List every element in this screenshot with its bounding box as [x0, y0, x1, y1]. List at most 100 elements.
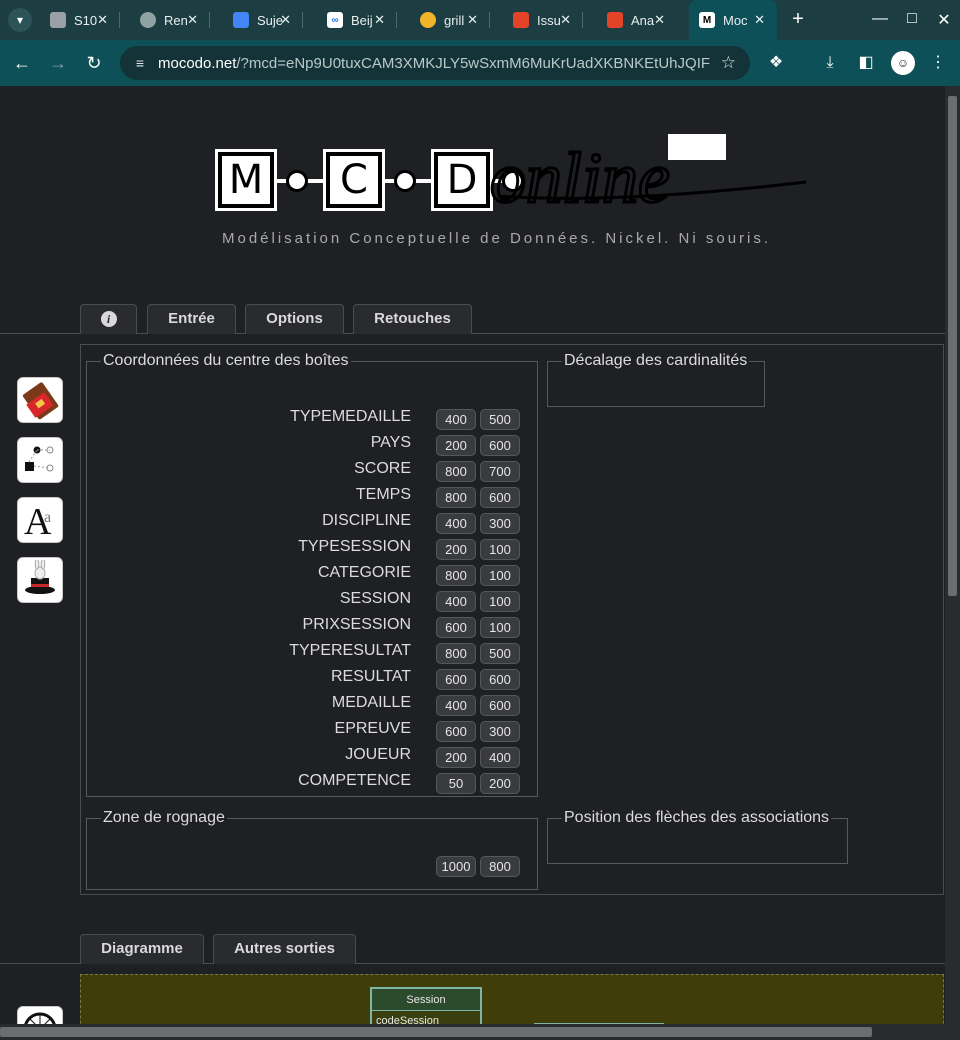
y-coordinate-input[interactable]: 100	[480, 591, 520, 612]
x-coordinate-input[interactable]: 200	[436, 539, 476, 560]
x-coordinate-input[interactable]: 800	[436, 487, 476, 508]
crop-width-input[interactable]: 1000	[436, 856, 476, 877]
y-coordinate-input[interactable]: 600	[480, 695, 520, 716]
coord-row: TYPESESSION 200 100	[87, 537, 521, 560]
browser-tab[interactable]: ∞ Beij ✕	[317, 0, 397, 40]
y-coordinate-input[interactable]: 300	[480, 513, 520, 534]
y-coordinate-input[interactable]: 300	[480, 721, 520, 742]
entity-box[interactable]: Session codeSession	[370, 987, 482, 1024]
y-coordinate-input[interactable]: 500	[480, 409, 520, 430]
gitlab-icon	[513, 12, 529, 28]
tab-retouches[interactable]: Retouches	[353, 304, 472, 334]
download-icon[interactable]: ⤓	[818, 51, 842, 75]
box-name-label: JOUEUR	[345, 746, 411, 763]
site-info-icon[interactable]: ≡	[130, 55, 150, 71]
tab-entree[interactable]: Entrée	[147, 304, 236, 334]
mocodo-icon: M	[699, 12, 715, 28]
browser-tab[interactable]: Ana ✕	[597, 0, 677, 40]
y-coordinate-input[interactable]: 500	[480, 643, 520, 664]
diagram-canvas[interactable]: Session codeSession	[80, 974, 944, 1024]
x-coordinate-input[interactable]: 200	[436, 435, 476, 456]
y-coordinate-input[interactable]: 100	[480, 617, 520, 638]
browser-tab[interactable]: Issu ✕	[503, 0, 583, 40]
browser-tab[interactable]: grill ✕	[410, 0, 490, 40]
x-coordinate-input[interactable]: 600	[436, 669, 476, 690]
new-tab-button[interactable]: +	[786, 8, 810, 32]
reload-icon[interactable]: ↻	[82, 51, 106, 75]
box-name-label: TYPEMEDAILLE	[290, 408, 411, 425]
x-coordinate-input[interactable]: 600	[436, 617, 476, 638]
vertical-scrollbar[interactable]	[945, 86, 960, 1024]
extensions-icon[interactable]: ❖	[764, 51, 788, 75]
box-name-label: PAYS	[370, 434, 411, 451]
browser-tab[interactable]: S10 ✕	[40, 0, 120, 40]
coord-row: JOUEUR 200 400	[87, 745, 521, 768]
maximize-icon[interactable]: □	[902, 10, 922, 28]
y-coordinate-input[interactable]: 200	[480, 773, 520, 794]
side-panel-icon[interactable]: ◧	[854, 51, 878, 75]
close-icon[interactable]: ✕	[560, 12, 571, 28]
menu-kebab-icon[interactable]: ⋮	[926, 51, 950, 75]
close-icon[interactable]: ✕	[754, 12, 765, 28]
address-bar[interactable]: ≡ mocodo.net/?mcd=eNp9U0tuxCAM3XMKJLY5wS…	[120, 46, 750, 80]
url-text[interactable]: mocodo.net/?mcd=eNp9U0tuxCAM3XMKJLY5wSxm…	[158, 55, 710, 72]
x-coordinate-input[interactable]: 200	[436, 747, 476, 768]
diagram-tool-icon[interactable]	[17, 437, 63, 483]
bottom-tabs: Diagramme Autres sorties	[0, 934, 945, 964]
x-coordinate-input[interactable]: 50	[436, 773, 476, 794]
coords-legend: Coordonnées du centre des boîtes	[103, 352, 349, 369]
browser-tab[interactable]: Ren ✕	[130, 0, 210, 40]
top-tabs: i Entrée Options Retouches	[0, 304, 945, 334]
y-coordinate-input[interactable]: 100	[480, 565, 520, 586]
x-coordinate-input[interactable]: 800	[436, 643, 476, 664]
close-icon[interactable]: ✕	[280, 12, 291, 28]
x-coordinate-input[interactable]: 400	[436, 513, 476, 534]
tagline: Modélisation Conceptuelle de Données. Ni…	[222, 230, 772, 247]
crop-fieldset: Zone de rognage 1000 800	[86, 809, 538, 890]
crop-height-input[interactable]: 800	[480, 856, 520, 877]
close-window-icon[interactable]: ✕	[934, 10, 954, 30]
profile-avatar-icon[interactable]: ☺	[891, 51, 915, 75]
font-tool-icon[interactable]: Aa	[17, 497, 63, 543]
x-coordinate-input[interactable]: 800	[436, 565, 476, 586]
x-coordinate-input[interactable]: 800	[436, 461, 476, 482]
minimize-icon[interactable]: —	[870, 10, 890, 28]
coord-row: EPREUVE 600 300	[87, 719, 521, 742]
close-icon[interactable]: ✕	[97, 12, 108, 28]
wheel-icon[interactable]	[17, 1006, 63, 1024]
x-coordinate-input[interactable]: 400	[436, 409, 476, 430]
gitlab-icon	[607, 12, 623, 28]
horizontal-scrollbar[interactable]	[0, 1024, 960, 1040]
close-icon[interactable]: ✕	[467, 12, 478, 28]
browser-tab-active[interactable]: M Moc ✕	[689, 0, 777, 40]
bookmark-star-icon[interactable]: ☆	[721, 53, 736, 73]
tab-diagramme[interactable]: Diagramme	[80, 934, 204, 964]
coord-row: TEMPS 800 600	[87, 485, 521, 508]
y-coordinate-input[interactable]: 400	[480, 747, 520, 768]
file-icon	[50, 12, 66, 28]
browser-tab[interactable]: Suje ✕	[223, 0, 303, 40]
y-coordinate-input[interactable]: 700	[480, 461, 520, 482]
y-coordinate-input[interactable]: 600	[480, 435, 520, 456]
x-coordinate-input[interactable]: 400	[436, 695, 476, 716]
tab-info[interactable]: i	[80, 304, 137, 334]
x-coordinate-input[interactable]: 600	[436, 721, 476, 742]
magic-hat-icon[interactable]	[17, 557, 63, 603]
y-coordinate-input[interactable]: 600	[480, 487, 520, 508]
logo-letter: M	[215, 149, 277, 211]
tab-search-button[interactable]: ▾	[8, 8, 32, 32]
x-coordinate-input[interactable]: 400	[436, 591, 476, 612]
tab-options[interactable]: Options	[245, 304, 344, 334]
close-icon[interactable]: ✕	[374, 12, 385, 28]
back-icon[interactable]: ←	[10, 51, 34, 75]
forward-icon[interactable]: →	[46, 51, 70, 75]
logo-letter: C	[323, 149, 385, 211]
coord-row: TYPERESULTAT 800 500	[87, 641, 521, 664]
close-icon[interactable]: ✕	[187, 12, 198, 28]
coord-row: SESSION 400 100	[87, 589, 521, 612]
y-coordinate-input[interactable]: 600	[480, 669, 520, 690]
tab-autres-sorties[interactable]: Autres sorties	[213, 934, 356, 964]
close-icon[interactable]: ✕	[654, 12, 665, 28]
y-coordinate-input[interactable]: 100	[480, 539, 520, 560]
chocolate-icon[interactable]	[17, 377, 63, 423]
